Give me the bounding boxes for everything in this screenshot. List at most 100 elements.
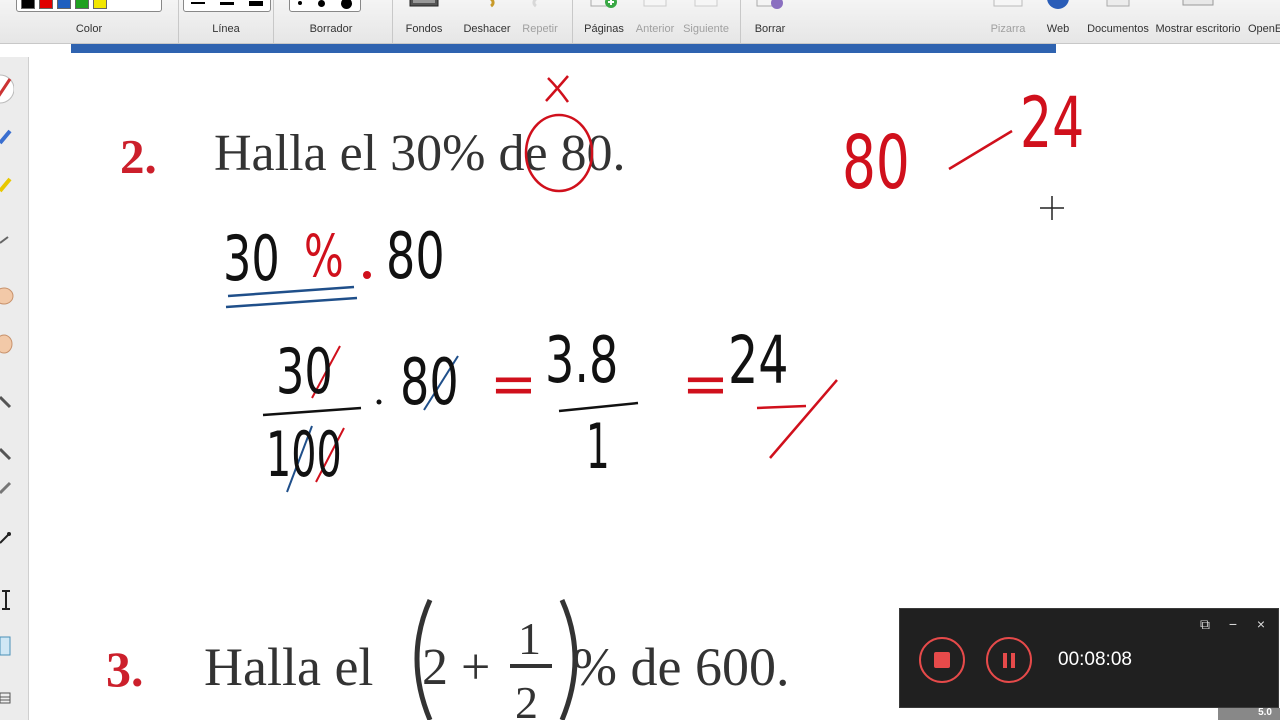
pages-button[interactable]: Páginas — [578, 0, 630, 44]
popout-icon[interactable]: ⧉ — [1198, 617, 1212, 631]
recorder-window-controls: ⧉ − × — [1198, 617, 1278, 631]
web-label: Web — [1046, 23, 1070, 35]
clear-icon — [756, 0, 783, 9]
show-desktop-button[interactable]: Mostrar escritorio — [1154, 0, 1242, 44]
pen-tool-icon[interactable] — [0, 71, 14, 107]
screen-recorder-widget: ⧉ − × 00:08:08 — [899, 608, 1279, 708]
line-tool-icon[interactable] — [0, 395, 14, 409]
ink-result-24: 24 — [728, 322, 789, 399]
recording-timer: 00:08:08 — [1058, 649, 1132, 670]
text-tool-icon[interactable] — [0, 589, 14, 611]
eraser-group[interactable]: Borrador — [283, 0, 379, 44]
page-header-bar — [71, 44, 1056, 53]
ink-equals-1: = — [490, 352, 537, 417]
pointer-hand-icon[interactable] — [0, 333, 14, 355]
device-tool-icon[interactable] — [0, 635, 14, 659]
ink-side-24: 24 — [1020, 82, 1085, 164]
open-button[interactable]: OpenE — [1246, 0, 1280, 44]
left-tool-strip — [0, 57, 29, 720]
board-button[interactable]: Pizarra — [986, 0, 1030, 44]
ink-fraction-denominator: 100 — [266, 418, 342, 491]
board-icon — [993, 0, 1023, 7]
next-page-icon — [694, 0, 718, 7]
question-3-prefix: Halla el — [204, 637, 374, 697]
question-3-number: 3. — [106, 641, 144, 697]
previous-button[interactable]: Anterior — [632, 0, 678, 44]
connector-tool-icon[interactable] — [0, 531, 14, 545]
redo-label: Repetir — [522, 23, 558, 35]
hand-tool-icon[interactable] — [0, 285, 14, 307]
ink-fraction-times-80: 80 — [400, 346, 459, 420]
swatch-black[interactable] — [21, 0, 35, 9]
eraser-label: Borrador — [309, 23, 353, 35]
swatch-yellow[interactable] — [93, 0, 107, 9]
question-3-suffix: % de 600. — [572, 637, 790, 697]
close-icon[interactable]: × — [1254, 617, 1268, 631]
documents-icon — [1106, 0, 1130, 7]
undo-button[interactable]: Deshacer — [458, 0, 516, 44]
question-3-whole: 2 + — [422, 639, 491, 696]
swatch-green[interactable] — [75, 0, 89, 9]
line-width-picker[interactable] — [183, 0, 271, 12]
question-3-denominator: 2 — [515, 677, 538, 720]
highlighter-icon[interactable] — [0, 177, 14, 193]
color-swatches[interactable] — [16, 0, 162, 12]
ink-dot-1 — [376, 399, 382, 405]
clear-button[interactable]: Borrar — [746, 0, 794, 44]
color-label: Color — [75, 23, 103, 35]
ink-side-80: 80 — [842, 120, 910, 206]
undo-icon — [489, 0, 495, 8]
corner-badge: 5.0 — [1218, 708, 1280, 720]
line-group[interactable]: Línea — [179, 0, 273, 44]
toolbar: Color Línea Borrador Fondos Deshacer Rep… — [0, 0, 1280, 44]
grid-tool-icon[interactable] — [0, 691, 14, 705]
question-3-numerator: 1 — [518, 613, 541, 664]
web-button[interactable]: Web — [1040, 0, 1076, 44]
small-tool-icon[interactable] — [0, 235, 14, 245]
ink-line1-30: 30 — [223, 222, 280, 295]
next-button[interactable]: Siguiente — [680, 0, 732, 44]
redo-button[interactable]: Repetir — [516, 0, 564, 44]
ink-mid-denominator: 1 — [586, 410, 610, 483]
ink-line1-80: 80 — [386, 220, 445, 294]
backgrounds-button[interactable]: Fondos — [396, 0, 452, 44]
ink-mid-numerator: 3.8 — [545, 324, 619, 398]
add-page-icon — [590, 0, 617, 8]
ink-fraction-bar-1 — [262, 406, 362, 417]
swatch-red[interactable] — [39, 0, 53, 9]
arrow-tool-icon[interactable] — [0, 447, 14, 461]
ink-dash — [948, 129, 1013, 171]
undo-label: Deshacer — [463, 23, 511, 35]
desktop-icon — [1182, 0, 1214, 6]
crosshair-cursor-icon — [1040, 196, 1064, 220]
color-group[interactable]: Color — [0, 0, 178, 44]
eraser-size-picker[interactable] — [289, 0, 361, 12]
stop-recording-button[interactable] — [919, 637, 965, 683]
line-label: Línea — [212, 23, 240, 35]
question-2-number: 2. — [120, 129, 157, 184]
pause-recording-button[interactable] — [986, 637, 1032, 683]
ink-line1-percent: % — [304, 222, 344, 290]
desktop-label: Mostrar escritorio — [1155, 23, 1241, 35]
documents-label: Documentos — [1087, 23, 1149, 35]
redo-icon — [532, 0, 538, 8]
divider — [392, 0, 393, 44]
globe-icon — [1047, 0, 1069, 9]
next-label: Siguiente — [683, 23, 729, 35]
pause-icon — [1003, 652, 1015, 668]
ink-fraction-numerator: 30 — [276, 335, 333, 408]
question-2-text: Halla el 30% de 80. — [214, 125, 626, 182]
divider — [740, 0, 741, 44]
ink-equals-2: = — [682, 352, 729, 417]
open-label: OpenE — [1248, 23, 1280, 35]
swatch-blue[interactable] — [57, 0, 71, 9]
divider — [572, 0, 573, 44]
ruler-tool-icon[interactable] — [0, 481, 14, 495]
backgrounds-label: Fondos — [405, 23, 443, 35]
divider — [273, 0, 274, 44]
blue-marker-icon[interactable] — [0, 129, 14, 145]
minimize-icon[interactable]: − — [1226, 617, 1240, 631]
documents-button[interactable]: Documentos — [1084, 0, 1152, 44]
previous-label: Anterior — [635, 23, 675, 35]
board-label: Pizarra — [990, 23, 1026, 35]
